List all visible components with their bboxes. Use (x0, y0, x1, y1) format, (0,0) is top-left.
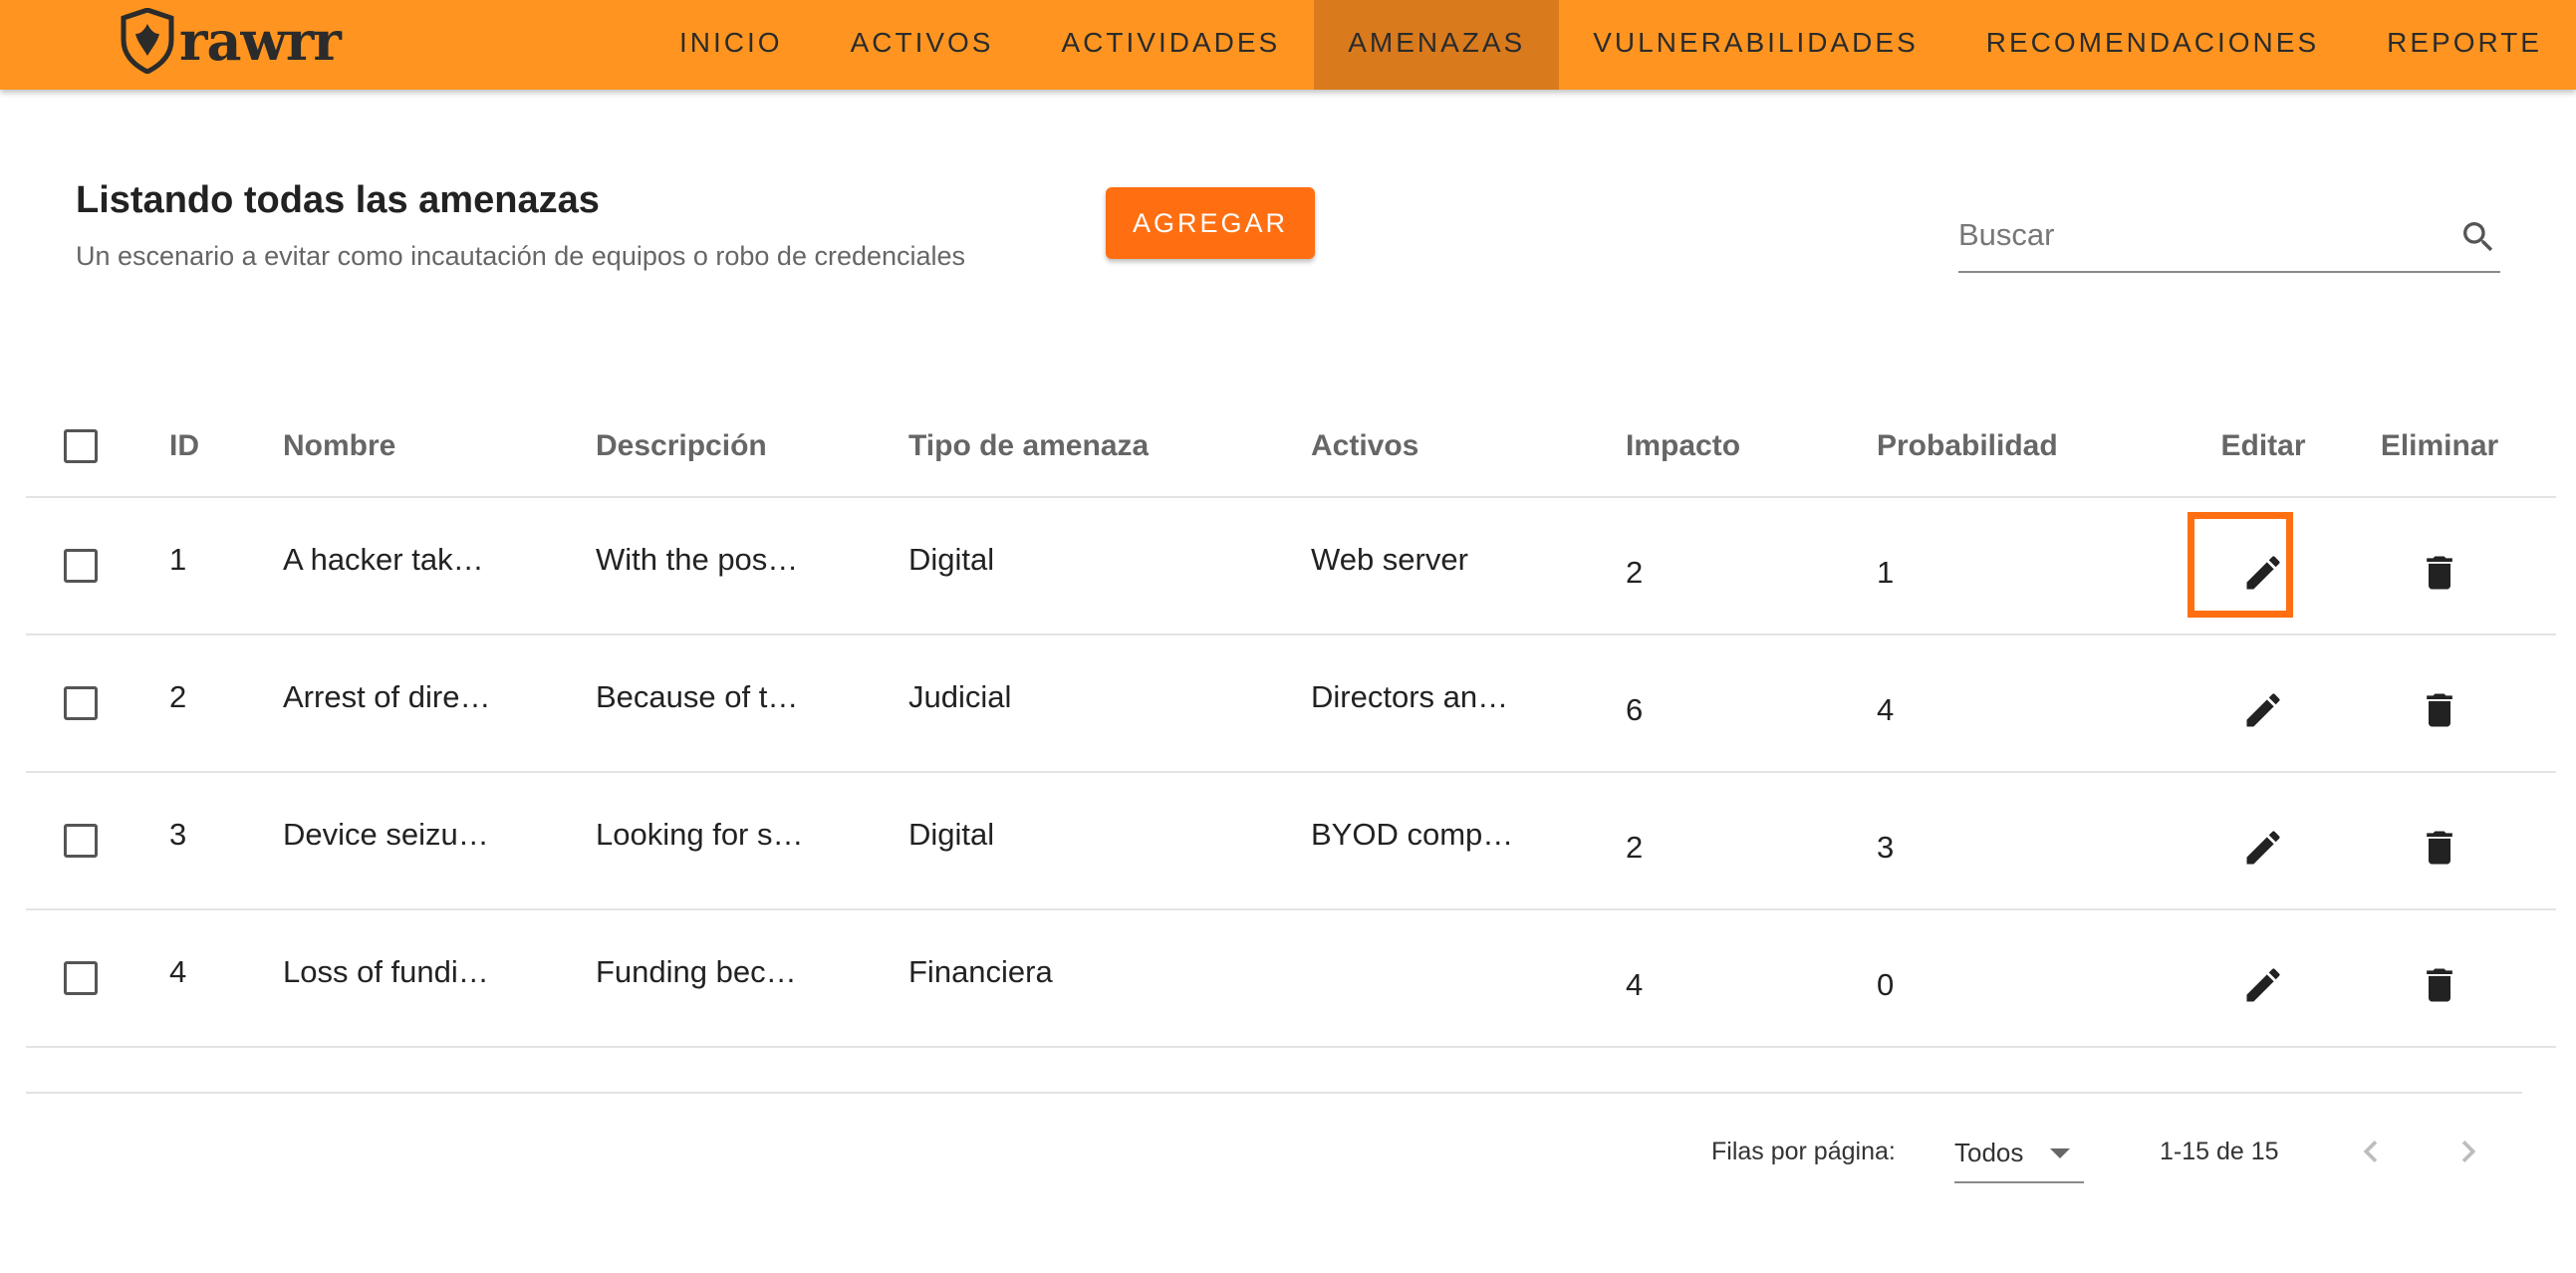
cell-probabilidad: 4 (1877, 692, 1895, 727)
column-header-impacto[interactable]: Impacto (1626, 396, 1740, 496)
cell-impacto: 2 (1626, 830, 1644, 865)
row-checkbox[interactable] (64, 824, 98, 858)
column-header-id[interactable]: ID (169, 396, 199, 496)
column-header-tipo[interactable]: Tipo de amenaza (908, 396, 1149, 496)
column-header-nombre[interactable]: Nombre (283, 396, 582, 496)
pencil-icon (2246, 831, 2280, 865)
cell-tipo: Judicial (908, 679, 1012, 714)
nav-item-activos[interactable]: ACTIVOS (817, 0, 1028, 90)
delete-button[interactable] (2416, 961, 2463, 1009)
rows-per-page-label: Filas por página: (1711, 1138, 1896, 1165)
cell-nombre: A hacker tak… (283, 542, 484, 577)
cell-tipo: Digital (908, 542, 995, 577)
chevron-right-icon (2461, 1141, 2476, 1162)
pencil-icon (2246, 556, 2280, 590)
table-row[interactable]: 1 A hacker tak… With the pos… Digital We… (26, 498, 2556, 636)
cell-id: 4 (169, 954, 187, 989)
cell-probabilidad: 0 (1877, 967, 1895, 1002)
trash-icon (2427, 556, 2452, 590)
cell-descripcion: Funding bec… (596, 954, 797, 989)
nav-item-amenazas[interactable]: AMENAZAS (1314, 0, 1560, 90)
rows-per-page-select[interactable]: Todos (1954, 1124, 2084, 1183)
search-icon[interactable] (2458, 217, 2498, 257)
pagination-range: 1-15 de 15 (2160, 1138, 2279, 1165)
nav-item-vulnerabilidades[interactable]: VULNERABILIDADES (1559, 0, 1952, 90)
row-checkbox[interactable] (64, 961, 98, 995)
cell-probabilidad: 3 (1877, 830, 1895, 865)
trash-icon (2427, 831, 2452, 865)
cell-tipo: Digital (908, 817, 995, 852)
column-header-eliminar: Eliminar (2380, 429, 2499, 462)
edit-button[interactable] (2239, 549, 2287, 597)
cell-id: 1 (169, 542, 187, 577)
cell-descripcion: Looking for s… (596, 817, 804, 852)
row-checkbox[interactable] (64, 686, 98, 720)
nav-item-reporte[interactable]: REPORTE (2353, 0, 2576, 90)
pencil-icon (2246, 693, 2280, 727)
app-logo[interactable]: rawrr (120, 8, 342, 74)
cell-descripcion: Because of t… (596, 679, 799, 714)
delete-button[interactable] (2416, 686, 2463, 734)
cell-id: 3 (169, 817, 187, 852)
cell-nombre: Device seizu… (283, 817, 489, 852)
pencil-icon (2246, 968, 2280, 1002)
cell-activos: Web server (1311, 542, 1468, 577)
cell-probabilidad: 1 (1877, 555, 1895, 590)
table-row[interactable]: 3 Device seizu… Looking for s… Digital B… (26, 773, 2556, 910)
cell-impacto: 2 (1626, 555, 1644, 590)
search-field (1958, 205, 2500, 273)
trash-icon (2427, 968, 2452, 1002)
select-all-checkbox[interactable] (64, 429, 98, 463)
cell-descripcion: With the pos… (596, 542, 799, 577)
search-input[interactable] (1958, 213, 2427, 257)
column-header-probabilidad[interactable]: Probabilidad (1877, 396, 2058, 496)
edit-button[interactable] (2239, 824, 2287, 872)
cell-impacto: 6 (1626, 692, 1644, 727)
threats-table: ID Nombre Descripción Tipo de amenaza Ac… (26, 396, 2556, 1048)
cell-activos: BYOD comp… (1311, 817, 1514, 852)
cell-tipo: Financiera (908, 954, 1053, 989)
cell-nombre: Loss of fundi… (283, 954, 489, 989)
edit-button[interactable] (2239, 961, 2287, 1009)
table-row[interactable]: 4 Loss of fundi… Funding bec… Financiera… (26, 910, 2556, 1048)
row-checkbox[interactable] (64, 549, 98, 583)
edit-button[interactable] (2239, 686, 2287, 734)
page-title: Listando todas las amenazas (76, 179, 600, 221)
nav-item-inicio[interactable]: INICIO (645, 0, 817, 90)
add-button[interactable]: AGREGAR (1106, 187, 1315, 259)
logo-text: rawrr (179, 9, 342, 73)
top-navigation-bar: rawrr INICIO ACTIVOS ACTIVIDADES AMENAZA… (0, 0, 2576, 90)
next-page-button[interactable] (2447, 1130, 2490, 1173)
cell-activos: Directors an… (1311, 679, 1509, 714)
cell-activos (1311, 910, 1610, 1046)
cell-impacto: 4 (1626, 967, 1644, 1002)
rows-per-page-value: Todos (1954, 1138, 2024, 1167)
column-header-editar: Editar (2220, 429, 2306, 462)
table-footer-divider (26, 1092, 2522, 1094)
dropdown-arrow-icon (2050, 1148, 2070, 1158)
nav-item-actividades[interactable]: ACTIVIDADES (1027, 0, 1314, 90)
column-header-descripcion[interactable]: Descripción (596, 396, 895, 496)
chevron-left-icon (2363, 1141, 2378, 1162)
main-nav: INICIO ACTIVOS ACTIVIDADES AMENAZAS VULN… (645, 0, 2576, 90)
column-header-activos[interactable]: Activos (1311, 396, 1610, 496)
delete-button[interactable] (2416, 549, 2463, 597)
table-row[interactable]: 2 Arrest of dire… Because of t… Judicial… (26, 636, 2556, 773)
delete-button[interactable] (2416, 824, 2463, 872)
cell-nombre: Arrest of dire… (283, 679, 491, 714)
table-header-row: ID Nombre Descripción Tipo de amenaza Ac… (26, 396, 2556, 498)
shield-logo-icon (121, 8, 174, 74)
page-subtitle: Un escenario a evitar como incautación d… (76, 241, 966, 271)
previous-page-button[interactable] (2349, 1130, 2393, 1173)
trash-icon (2427, 693, 2452, 727)
nav-item-recomendaciones[interactable]: RECOMENDACIONES (1952, 0, 2353, 90)
cell-id: 2 (169, 679, 187, 714)
